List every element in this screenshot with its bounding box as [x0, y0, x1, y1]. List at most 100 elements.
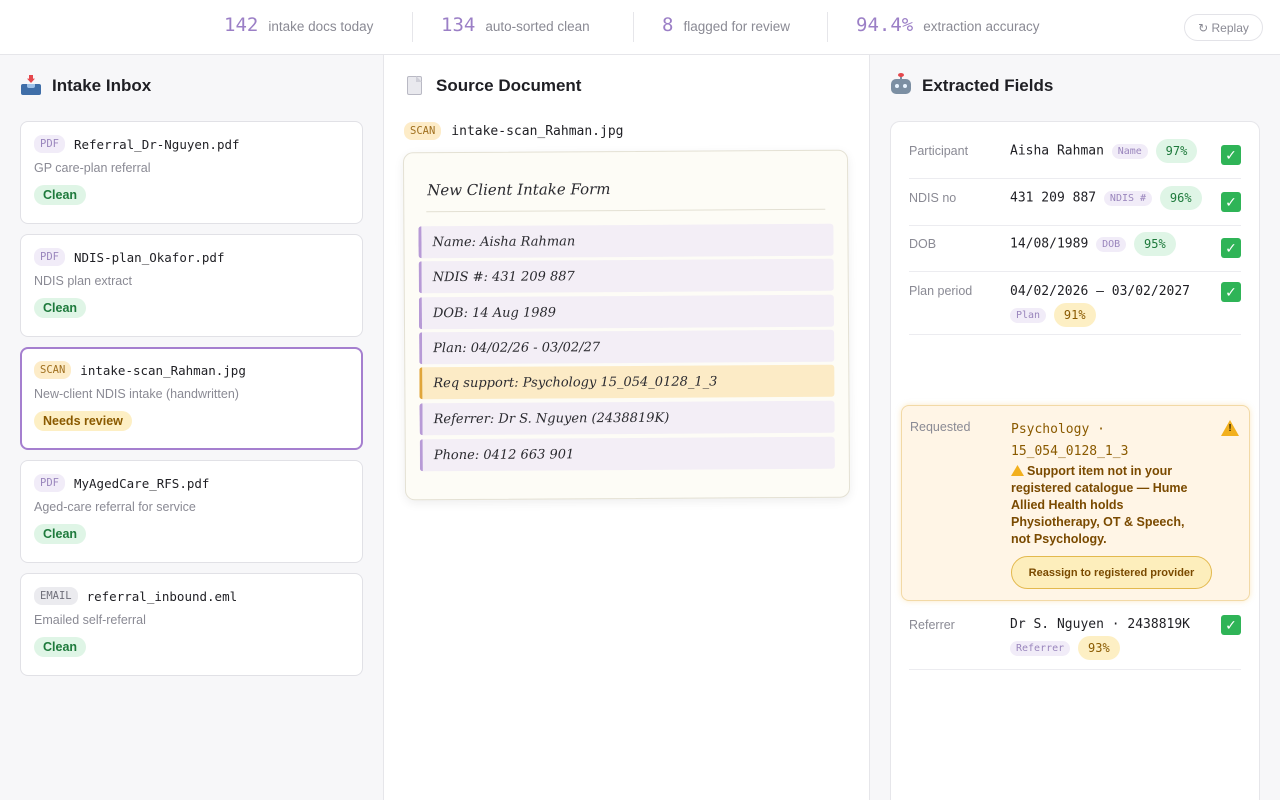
field-label: Requested: [910, 420, 971, 434]
stat-value: 8: [662, 14, 674, 36]
inbox-card[interactable]: EMAIL referral_inbound.eml Emailed self-…: [20, 573, 363, 676]
file-name: MyAgedCare_RFS.pdf: [73, 475, 210, 491]
form-line[interactable]: DOB: 14 Aug 1989: [418, 294, 835, 330]
fields-header: Extracted Fields: [890, 73, 1054, 97]
field-label: Plan period: [909, 284, 973, 298]
field-row-participant[interactable]: Participant Aisha Rahman Name 97% ✓: [909, 132, 1241, 179]
check-icon: ✓: [1221, 238, 1241, 258]
field-value-text: 04/02/2026 – 03/02/2027: [1010, 284, 1191, 299]
field-value: Aisha Rahman Name 97%: [1010, 139, 1198, 163]
stat-label: intake docs today: [268, 19, 374, 34]
field-value-text: 431 209 887: [1010, 190, 1097, 206]
file-type-badge: SCAN: [404, 122, 442, 140]
field-row-referrer[interactable]: Referrer Dr S. Nguyen · 2438819K Referre…: [909, 605, 1241, 670]
fields-list: Participant Aisha Rahman Name 97% ✓ NDIS…: [890, 121, 1260, 800]
inbox-title: Intake Inbox: [52, 76, 152, 95]
field-label: Referrer: [909, 618, 955, 632]
inbox-card[interactable]: PDF MyAgedCare_RFS.pdf Aged-care referra…: [20, 460, 363, 563]
check-icon: ✓: [1221, 192, 1241, 212]
status-badge: Clean: [34, 637, 87, 657]
file-type-badge: PDF: [34, 474, 65, 492]
warning-text: Support item not in your registered cata…: [1011, 464, 1188, 546]
document-icon: [404, 75, 426, 97]
status-badge: Clean: [34, 524, 87, 544]
field-row-requested-warning[interactable]: Requested Psychology · 15_054_0128_1_3 S…: [901, 405, 1250, 601]
inbox-card[interactable]: PDF NDIS-plan_Okafor.pdf NDIS plan extra…: [20, 234, 363, 337]
source-tag: NDIS #: [1103, 190, 1153, 206]
form-line[interactable]: Plan: 04/02/26 - 03/02/27: [419, 329, 835, 365]
stat-label: auto-sorted clean: [485, 19, 590, 34]
inbox-card[interactable]: PDF Referral_Dr-Nguyen.pdf GP care-plan …: [20, 121, 363, 224]
confidence-badge: 91%: [1053, 303, 1096, 327]
file-name: Referral_Dr-Nguyen.pdf: [73, 136, 240, 152]
field-value-text: Aisha Rahman: [1010, 143, 1104, 159]
file-name: intake-scan_Rahman.jpg: [451, 123, 624, 139]
inbox-card-selected[interactable]: SCAN intake-scan_Rahman.jpg New-client N…: [20, 347, 363, 450]
source-header: Source Document: [404, 75, 581, 97]
file-name: referral_inbound.eml: [86, 588, 238, 604]
requested-service: Psychology ·: [1011, 422, 1105, 437]
divider: [633, 12, 634, 42]
file-type-badge: PDF: [34, 248, 65, 266]
warning-icon: [1221, 420, 1239, 436]
stat-label: flagged for review: [683, 19, 791, 34]
fields-title: Extracted Fields: [922, 76, 1054, 95]
form-line[interactable]: NDIS #: 431 209 887: [418, 258, 834, 294]
status-badge: Clean: [34, 298, 87, 318]
stats-bar: 142 intake docs today 134 auto-sorted cl…: [0, 0, 1280, 55]
field-row-dob[interactable]: DOB 14/08/1989 DOB 95% ✓: [909, 226, 1241, 272]
form-line[interactable]: Referrer: Dr S. Nguyen (2438819K): [419, 400, 835, 436]
intake-inbox-panel: Intake Inbox PDF Referral_Dr-Nguyen.pdf …: [0, 55, 384, 800]
requested-item-code: 15_054_0128_1_3: [1011, 444, 1129, 459]
form-line-flagged[interactable]: Req support: Psychology 15_054_0128_1_3: [419, 364, 835, 400]
scanned-form: New Client Intake Form Name: Aisha Rahma…: [402, 149, 851, 501]
file-description: Emailed self-referral: [34, 613, 146, 627]
form-line[interactable]: Phone: 0412 663 901: [419, 436, 835, 472]
file-type-badge: SCAN: [34, 361, 72, 379]
stat-accuracy: 94.4% extraction accuracy: [856, 14, 1040, 40]
field-row-ndis-no[interactable]: NDIS no 431 209 887 NDIS # 96% ✓: [909, 179, 1241, 226]
divider: [426, 208, 826, 213]
divider: [412, 12, 413, 42]
file-description: Aged-care referral for service: [34, 500, 196, 514]
file-type-badge: EMAIL: [34, 587, 78, 605]
check-icon: ✓: [1221, 615, 1241, 635]
check-icon: ✓: [1221, 282, 1241, 302]
warning-message: Support item not in your registered cata…: [1011, 463, 1201, 548]
confidence-badge: 95%: [1134, 232, 1176, 256]
source-file-label: SCAN intake-scan_Rahman.jpg: [404, 122, 623, 140]
source-tag: DOB: [1096, 236, 1127, 252]
stat-intake-docs: 142 intake docs today: [224, 14, 373, 40]
replay-button[interactable]: ↻ Replay: [1184, 14, 1263, 41]
source-title: Source Document: [436, 76, 582, 95]
file-description: New-client NDIS intake (handwritten): [34, 387, 239, 401]
field-value-text: 14/08/1989: [1010, 236, 1089, 252]
form-title: New Client Intake Form: [427, 180, 611, 200]
field-value: Psychology · 15_054_0128_1_3: [1011, 419, 1128, 463]
file-description: GP care-plan referral: [34, 161, 151, 175]
status-badge: Needs review: [34, 411, 132, 431]
source-document-panel: Source Document SCAN intake-scan_Rahman.…: [384, 55, 870, 800]
file-description: NDIS plan extract: [34, 274, 132, 288]
file-type-badge: PDF: [34, 135, 65, 153]
extracted-fields-panel: Extracted Fields Participant Aisha Rahma…: [870, 55, 1280, 800]
robot-icon: [890, 73, 912, 97]
warning-icon: [1011, 465, 1024, 476]
file-name: NDIS-plan_Okafor.pdf: [73, 249, 225, 265]
stat-value: 142: [224, 14, 259, 36]
check-icon: ✓: [1221, 145, 1241, 165]
stat-flagged: 8 flagged for review: [662, 14, 790, 40]
confidence-badge: 93%: [1078, 636, 1120, 660]
form-line[interactable]: Name: Aisha Rahman: [418, 223, 834, 259]
status-badge: Clean: [34, 185, 87, 205]
confidence-badge: 96%: [1159, 186, 1202, 210]
stat-value: 94.4%: [856, 14, 914, 36]
field-row-plan-period[interactable]: Plan period 04/02/2026 – 03/02/2027 Plan…: [909, 272, 1241, 335]
inbox-header: Intake Inbox: [20, 75, 151, 97]
source-tag: Referrer: [1010, 640, 1071, 656]
divider: [827, 12, 828, 42]
source-tag: Plan: [1010, 307, 1047, 323]
confidence-badge: 97%: [1155, 139, 1198, 163]
reassign-provider-button[interactable]: Reassign to registered provider: [1011, 556, 1212, 589]
stat-value: 134: [441, 14, 476, 36]
